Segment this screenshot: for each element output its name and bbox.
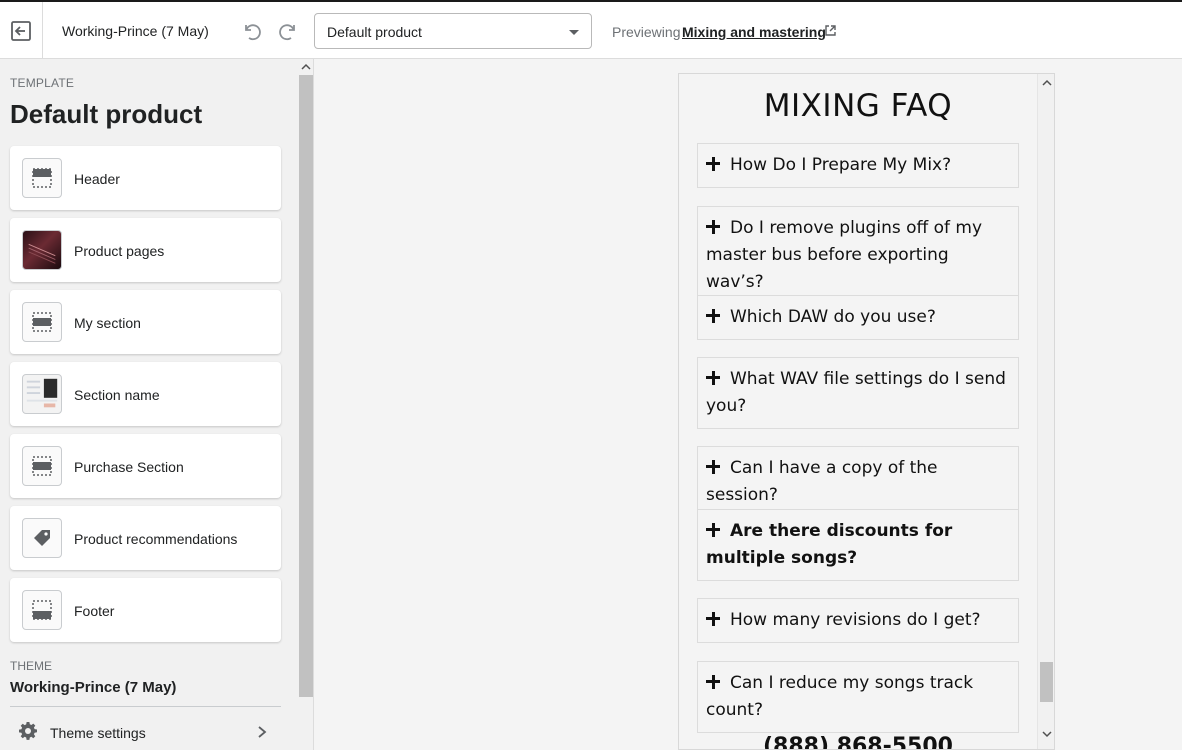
exit-icon	[11, 20, 31, 41]
theme-value: Working-Prince (7 May)	[10, 679, 177, 696]
section-preview-thumb	[22, 374, 62, 414]
theme-name: Working-Prince (7 May)	[62, 23, 209, 39]
preview-scrollbar[interactable]	[1037, 74, 1054, 749]
gear-icon	[19, 722, 37, 740]
theme-label: THEME	[10, 659, 52, 673]
faq-question: Can I have a copy of the session?	[706, 458, 938, 505]
section-layout-icon	[22, 446, 62, 486]
sidebar: TEMPLATE Default product Header Product …	[0, 59, 314, 750]
footer-layout-icon	[22, 590, 62, 630]
faq-item[interactable]: Are there discounts for multiple songs?	[697, 509, 1019, 581]
chevron-right-icon	[258, 726, 267, 738]
scroll-down-arrow-icon[interactable]	[1042, 730, 1052, 738]
faq-question: Which DAW do you use?	[730, 307, 936, 327]
faq-title: MIXING FAQ	[763, 88, 953, 124]
faq-question: How Do I Prepare My Mix?	[730, 155, 952, 175]
faq-question: Are there discounts for multiple songs?	[706, 521, 953, 568]
section-label: Product recommendations	[74, 531, 238, 547]
top-bar: Working-Prince (7 May) Default product P…	[0, 0, 1182, 59]
section-item-purchase-section[interactable]: Purchase Section	[10, 434, 281, 498]
sidebar-scrollbar[interactable]	[298, 59, 313, 750]
plus-icon	[706, 220, 720, 234]
scroll-up-arrow-icon[interactable]	[301, 63, 311, 71]
faq-item[interactable]: How many revisions do I get?	[697, 598, 1019, 643]
redo-icon[interactable]	[276, 19, 300, 43]
undo-icon[interactable]	[240, 19, 264, 43]
plus-icon	[706, 612, 720, 626]
scrollbar-thumb[interactable]	[299, 75, 313, 697]
scroll-up-arrow-icon[interactable]	[1042, 79, 1052, 87]
section-label: Purchase Section	[74, 459, 184, 475]
tag-icon	[22, 518, 62, 558]
faq-question: Can I reduce my songs track count?	[706, 673, 974, 720]
faq-question: Do I remove plugins off of my master bus…	[706, 218, 983, 292]
faq-item[interactable]: Can I have a copy of the session?	[697, 446, 1019, 518]
header-layout-icon	[22, 158, 62, 198]
exit-button[interactable]	[0, 2, 43, 59]
template-select-value: Default product	[327, 24, 422, 40]
plus-icon	[706, 460, 720, 474]
template-title: Default product	[10, 99, 203, 129]
faq-item[interactable]: Do I remove plugins off of my master bus…	[697, 206, 1019, 305]
product-image-thumb	[22, 230, 62, 270]
section-item-footer[interactable]: Footer	[10, 578, 281, 642]
phone-number-peek: (888) 868-5500	[763, 734, 953, 750]
template-label: TEMPLATE	[10, 76, 75, 90]
section-item-header[interactable]: Header	[10, 146, 281, 210]
section-item-section-name[interactable]: Section name	[10, 362, 281, 426]
section-label: My section	[74, 315, 141, 331]
plus-icon	[706, 371, 720, 385]
faq-question: What WAV file settings do I send you?	[706, 369, 1006, 416]
faq-item[interactable]: Which DAW do you use?	[697, 295, 1019, 340]
plus-icon	[706, 309, 720, 323]
section-item-product-recommendations[interactable]: Product recommendations	[10, 506, 281, 570]
section-item-product-pages[interactable]: Product pages	[10, 218, 281, 282]
faq-item[interactable]: How Do I Prepare My Mix?	[697, 143, 1019, 188]
section-item-my-section[interactable]: My section	[10, 290, 281, 354]
storefront-preview: MIXING FAQ How Do I Prepare My Mix? Do I…	[678, 73, 1055, 750]
template-select[interactable]: Default product	[314, 13, 592, 49]
divider	[10, 706, 281, 707]
section-label: Product pages	[74, 243, 165, 259]
section-label: Header	[74, 171, 120, 187]
preview-product-link[interactable]: Mixing and mastering	[682, 24, 826, 40]
scrollbar-thumb[interactable]	[1040, 662, 1053, 702]
theme-settings-label: Theme settings	[50, 725, 146, 741]
plus-icon	[706, 157, 720, 171]
faq-item[interactable]: What WAV file settings do I send you?	[697, 357, 1019, 429]
plus-icon	[706, 523, 720, 537]
plus-icon	[706, 675, 720, 689]
theme-settings-button[interactable]: Theme settings	[10, 711, 281, 750]
section-layout-icon	[22, 302, 62, 342]
chevron-down-icon	[569, 30, 579, 35]
section-label: Section name	[74, 387, 160, 403]
faq-item[interactable]: Can I reduce my songs track count?	[697, 661, 1019, 733]
previewing-label: Previewing	[612, 24, 681, 40]
section-label: Footer	[74, 603, 115, 619]
faq-question: How many revisions do I get?	[730, 610, 981, 630]
external-link-icon[interactable]	[825, 25, 836, 36]
